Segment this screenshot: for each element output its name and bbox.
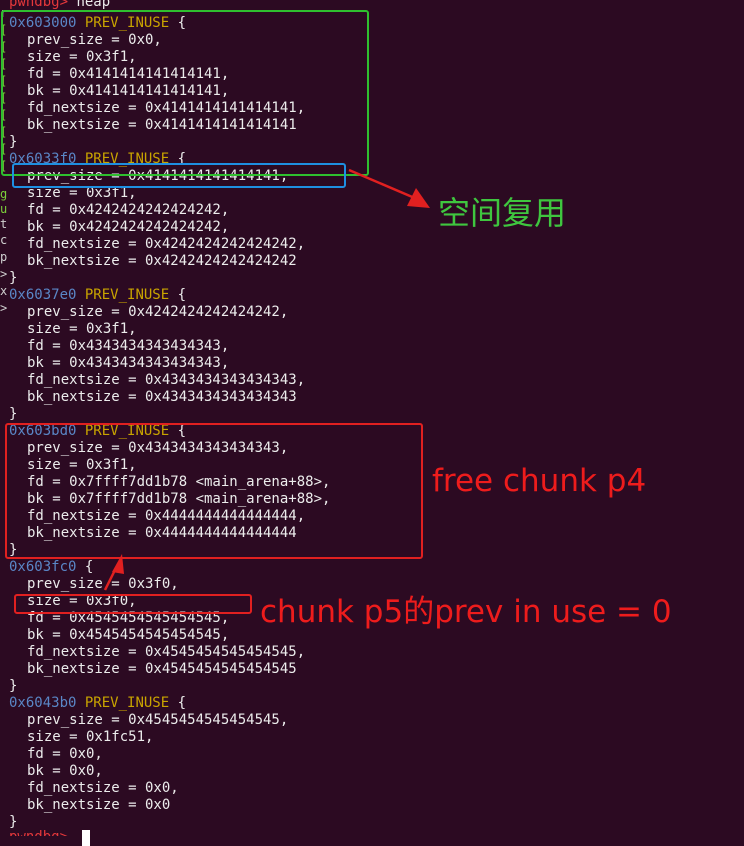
arrow-head (407, 188, 430, 208)
arrow-line (348, 168, 418, 201)
note-space-reuse: 空间复用 (438, 194, 567, 232)
note-free-chunk: free chunk p4 (432, 463, 647, 499)
arrow-head (112, 554, 124, 574)
annotation-arrows (103, 168, 430, 591)
note-prev-in-use: chunk p5的prev in use = 0 (260, 594, 672, 630)
